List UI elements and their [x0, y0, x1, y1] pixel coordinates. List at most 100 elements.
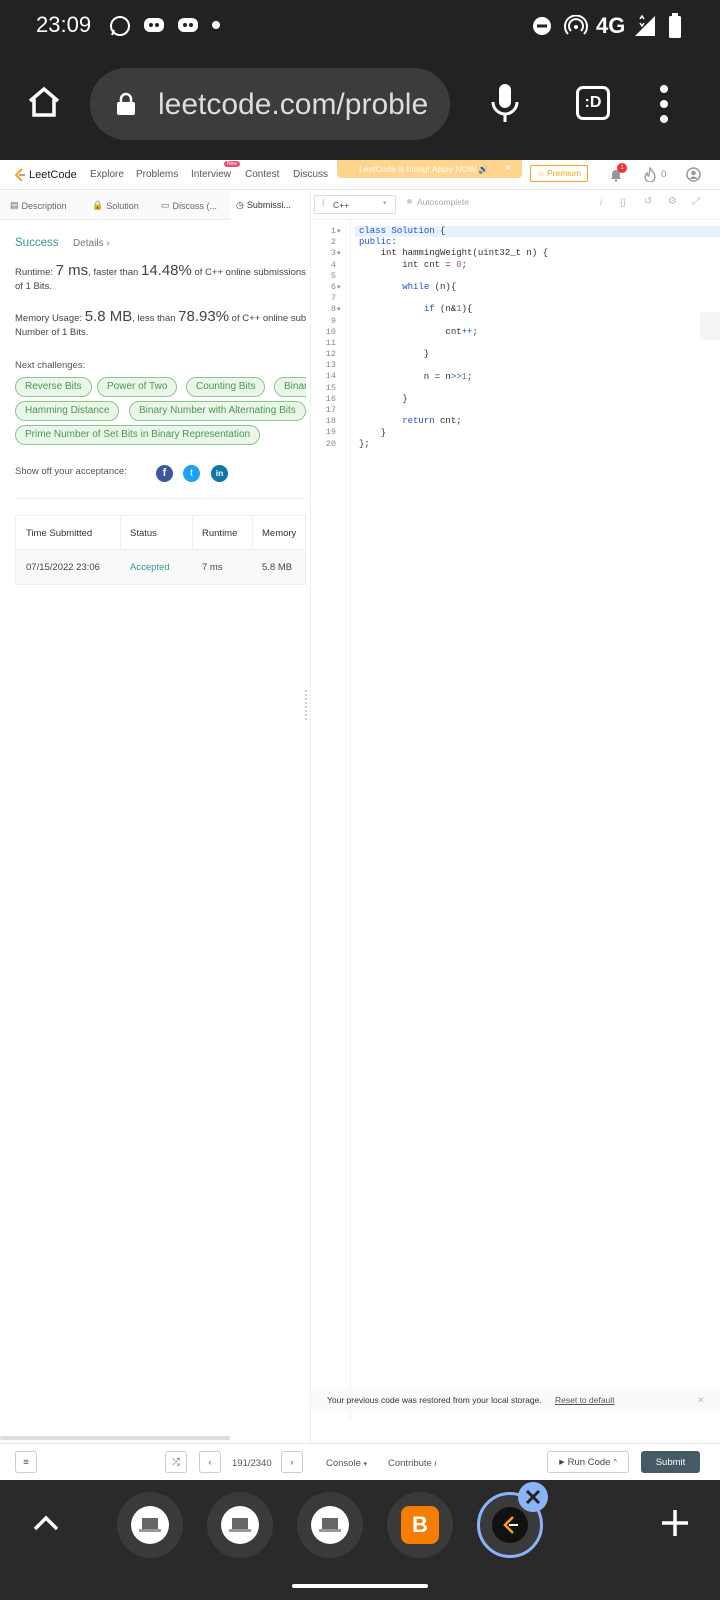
braces-icon[interactable]: {} — [620, 197, 626, 207]
facebook-icon[interactable]: f — [156, 465, 173, 482]
nav-problems[interactable]: Problems — [136, 169, 178, 180]
chevron-up-icon[interactable] — [32, 1512, 60, 1534]
fold-markers: ▾ ▾ ▾ ▾ — [337, 228, 341, 314]
challenge-counting-bits[interactable]: Counting Bits — [186, 377, 266, 397]
problem-counter: 191/2340 — [232, 1458, 272, 1469]
row-status[interactable]: Accepted — [130, 562, 170, 573]
runtime-stats: Runtime: 7 ms, faster than 14.48% of C++… — [15, 264, 306, 292]
network-type: 4G — [596, 13, 626, 38]
line-number: 18 — [325, 416, 336, 427]
line-number: 15 — [325, 382, 336, 393]
submissions-table: Time Submitted Status Runtime Memory 07/… — [15, 515, 306, 585]
details-link[interactable]: Details › — [73, 238, 110, 249]
plus-icon[interactable] — [660, 1508, 690, 1538]
challenge-hamming-distance[interactable]: Hamming Distance — [15, 401, 120, 421]
code-content[interactable]: class Solution { public: int hammingWeig… — [359, 226, 548, 450]
leetcode-app-icon — [492, 1507, 528, 1543]
submit-button[interactable]: Submit — [641, 1451, 700, 1473]
run-code-button[interactable]: ▶ Run Code ^ — [547, 1451, 629, 1473]
hiring-banner[interactable]: LeetCode is hiring! Apply NOW.🔊 ✕ — [337, 160, 522, 178]
challenge-binary-watch[interactable]: Binary Watch — [274, 377, 306, 397]
line-number: 2 — [330, 237, 336, 248]
coin-count: 0 — [661, 169, 667, 180]
taskbar-app-blogger[interactable]: B — [387, 1492, 453, 1558]
shuffle-icon: ⤮ — [172, 1456, 180, 1468]
close-banner-icon[interactable]: ✕ — [504, 163, 512, 174]
coin-flame-icon[interactable] — [644, 167, 656, 182]
line-number: 9 — [330, 315, 336, 326]
line-number: 4 — [330, 259, 336, 270]
challenge-list: Reverse Bits Power of Two Counting Bits … — [0, 377, 306, 457]
tab-submissions[interactable]: ◷ Submissi... — [230, 190, 306, 220]
next-challenges-label: Next challenges: — [15, 360, 86, 371]
prev-problem-button[interactable]: ‹ — [199, 1451, 221, 1473]
clock-icon: ◷ — [236, 200, 244, 210]
challenge-power-of-two[interactable]: Power of Two — [97, 377, 178, 397]
microphone-icon[interactable] — [490, 82, 520, 124]
panel-resize-handle[interactable] — [305, 690, 307, 720]
line-number: 3 — [330, 248, 336, 259]
avatar-icon[interactable] — [686, 167, 701, 182]
language-select[interactable]: { C++ ▾ — [314, 195, 396, 214]
next-problem-button[interactable]: › — [281, 1451, 303, 1473]
random-problem-button[interactable]: ⤮ — [165, 1451, 187, 1473]
info-icon[interactable]: i — [600, 197, 602, 208]
contribute-button[interactable]: Contribute i — [388, 1458, 436, 1469]
lock-icon — [117, 92, 135, 115]
linkedin-icon[interactable]: in — [211, 465, 228, 482]
language-icon: { — [322, 200, 325, 207]
tab-switcher-icon[interactable]: :D — [576, 86, 610, 120]
chevron-down-icon: ▾ — [363, 1461, 368, 1468]
nav-explore[interactable]: Explore — [90, 169, 124, 180]
chevron-up-icon: ^ — [613, 1458, 617, 1466]
url-field[interactable]: leetcode.com/proble — [90, 68, 450, 140]
tab-solution[interactable]: 🔒 Solution — [92, 200, 139, 211]
reset-icon[interactable]: ↺ — [644, 196, 652, 207]
tab-description[interactable]: ▤ Description — [10, 200, 67, 211]
autocomplete-label: Autocomplete — [417, 197, 469, 207]
taskbar-app-laptop-1[interactable] — [117, 1492, 183, 1558]
row-memory: 5.8 MB — [262, 562, 293, 573]
memory-stats: Memory Usage: 5.8 MB, less than 78.93% o… — [15, 310, 306, 338]
problem-list-button[interactable]: ≡ — [15, 1451, 37, 1473]
challenge-alternating-bits[interactable]: Binary Number with Alternating Bits — [129, 401, 306, 421]
more-options-icon[interactable] — [658, 84, 670, 124]
chevron-down-icon: ▾ — [383, 200, 387, 207]
leetcode-logo-icon — [14, 168, 25, 182]
laptop-icon — [311, 1506, 349, 1544]
taskbar-app-laptop-2[interactable] — [207, 1492, 273, 1558]
line-number: 20 — [325, 438, 336, 449]
challenge-prime-set-bits[interactable]: Prime Number of Set Bits in Binary Repre… — [15, 425, 261, 445]
webpage: LeetCode Explore Problems Interview New … — [0, 160, 720, 1480]
reset-to-default-link[interactable]: Reset to default — [555, 1395, 615, 1405]
twitter-icon[interactable]: t — [183, 465, 200, 482]
line-number: 5 — [330, 270, 336, 281]
home-gesture-bar[interactable] — [292, 1584, 428, 1588]
console-toggle[interactable]: Console ▾ — [326, 1458, 367, 1469]
nav-interview[interactable]: Interview — [191, 169, 231, 180]
close-app-icon[interactable] — [518, 1482, 548, 1512]
status-time: 23:09 — [36, 12, 92, 37]
nav-discuss[interactable]: Discuss — [293, 169, 328, 180]
nav-contest[interactable]: Contest — [245, 169, 279, 180]
challenge-reverse-bits[interactable]: Reverse Bits — [15, 377, 92, 397]
settings-icon[interactable]: ⚙ — [668, 196, 677, 207]
leetcode-logo[interactable]: LeetCode — [14, 168, 77, 182]
battery-icon — [669, 13, 681, 38]
tab-discuss[interactable]: ▭ Discuss (... — [161, 200, 217, 211]
home-icon[interactable] — [26, 84, 62, 120]
fullscreen-icon[interactable]: ⤢ — [692, 196, 700, 207]
hotspot-icon — [564, 15, 588, 35]
leetcode-navbar: LeetCode Explore Problems Interview New … — [0, 160, 720, 190]
close-notice-icon[interactable]: ✕ — [697, 1395, 705, 1406]
chevron-right-icon: › — [290, 1456, 294, 1468]
dnd-icon — [533, 17, 551, 35]
autocomplete-toggle[interactable] — [407, 199, 412, 204]
taskbar-app-laptop-3[interactable] — [297, 1492, 363, 1558]
description-icon: ▤ — [10, 200, 19, 210]
row-runtime: 7 ms — [202, 562, 223, 573]
side-panel-toggle[interactable] — [700, 312, 720, 340]
table-row[interactable]: 07/15/2022 23:06 Accepted 7 ms 5.8 MB — [16, 550, 305, 584]
premium-button[interactable]: ☆ Premium — [530, 165, 588, 182]
horizontal-scrollbar[interactable] — [0, 1436, 230, 1440]
